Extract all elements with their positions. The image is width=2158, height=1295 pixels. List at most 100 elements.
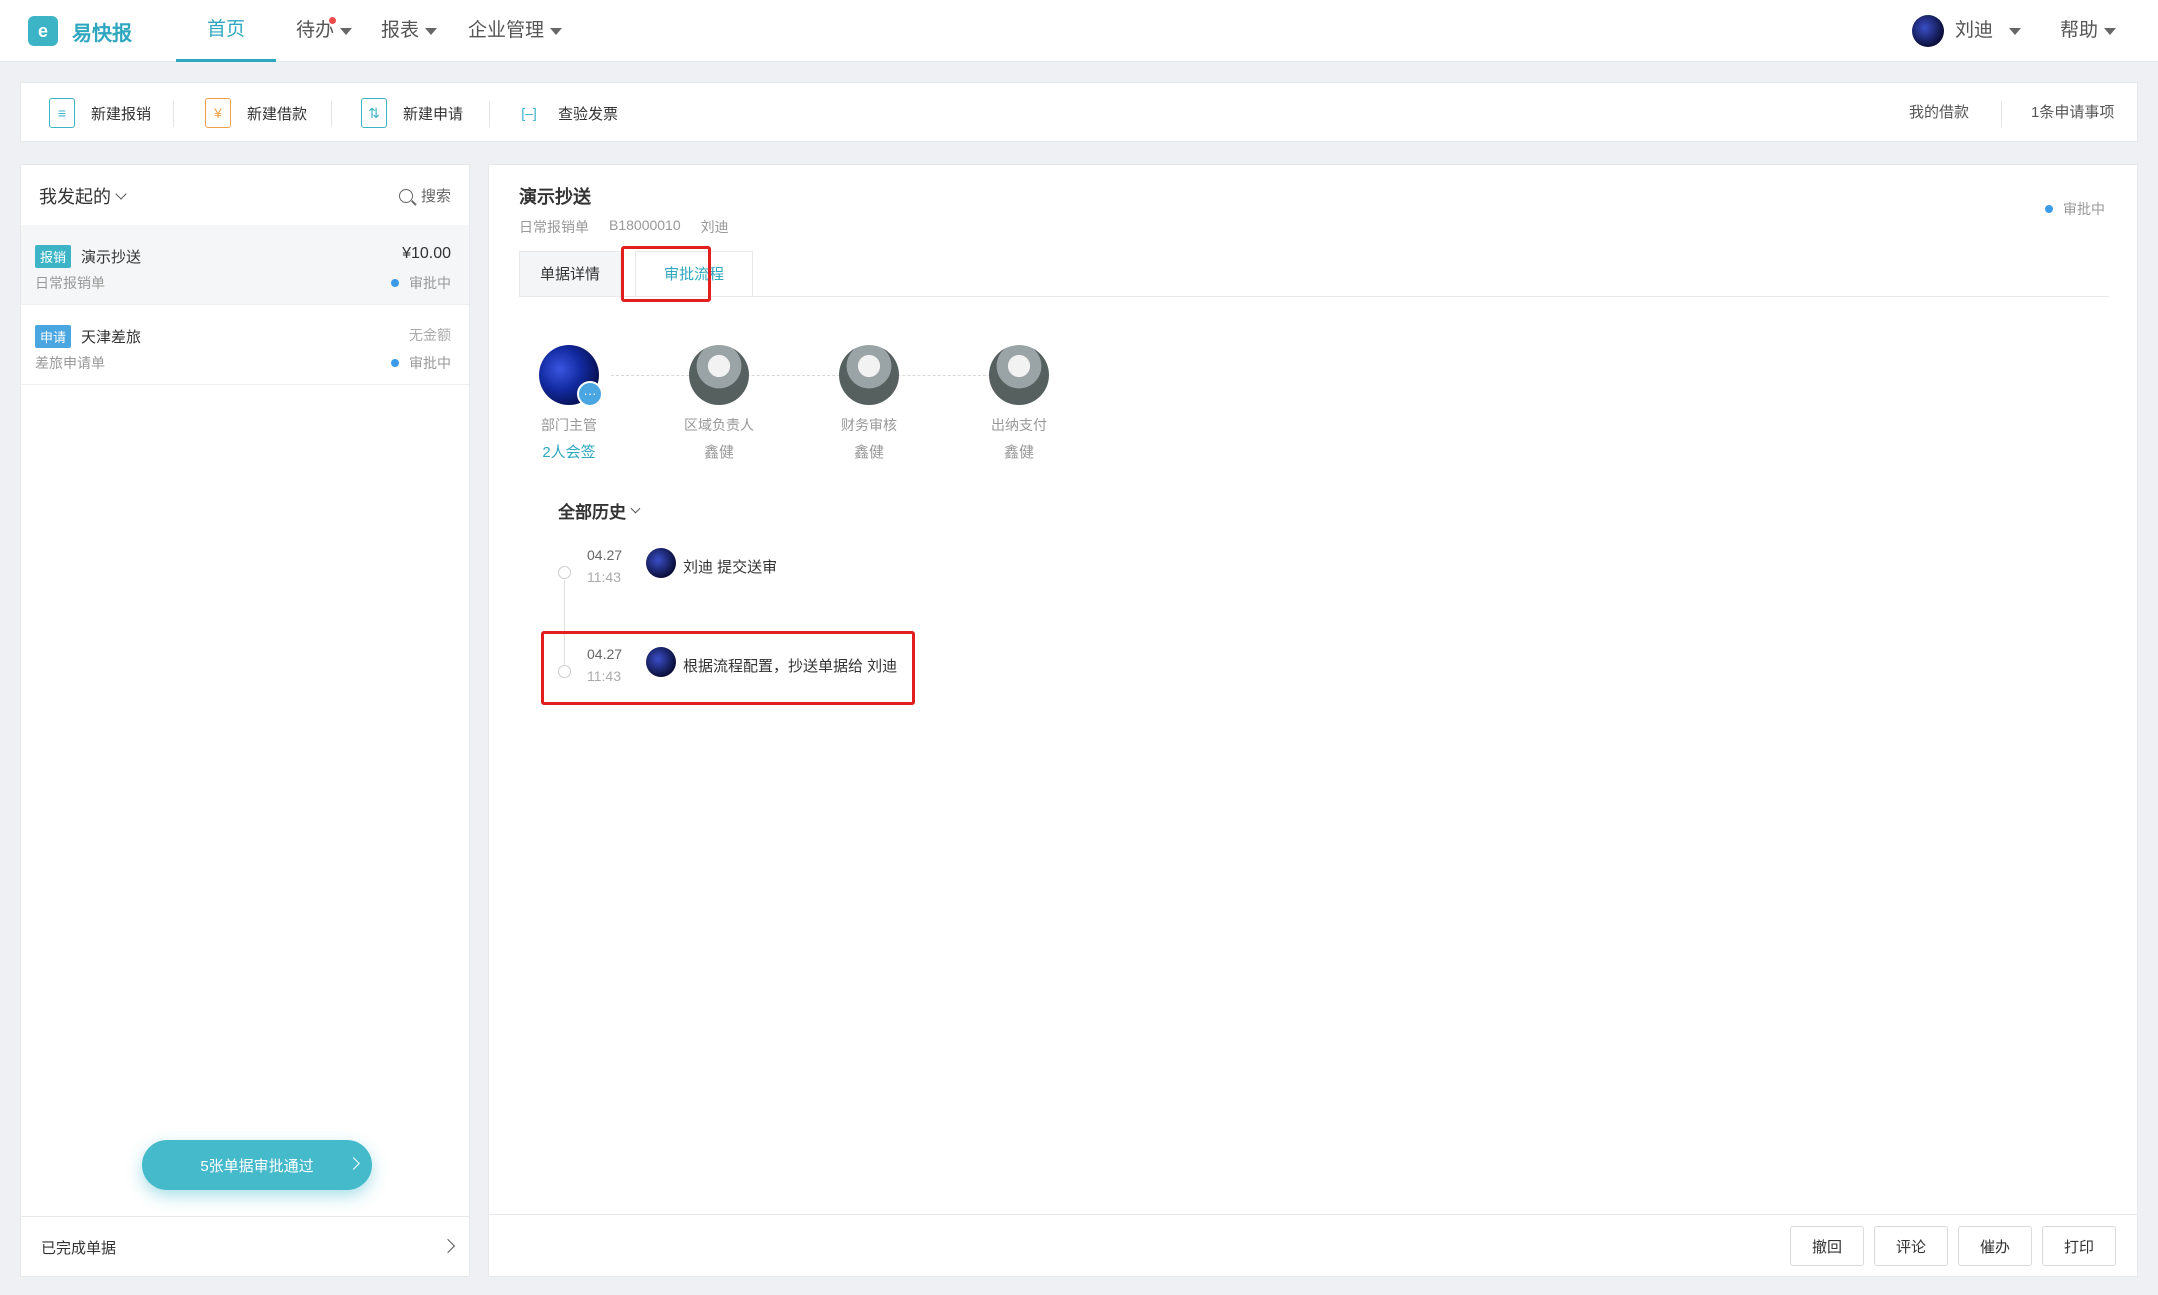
user-name: 刘迪: [1955, 20, 1994, 41]
doc-status-text: 审批中: [409, 275, 451, 291]
approved-banner-button[interactable]: 5张单据审批通过: [142, 1140, 372, 1190]
document-list-panel: 我发起的 搜索 报销 演示抄送 日常报销单 ¥10.00 审批中 申请 天津差旅…: [20, 164, 470, 1277]
doc-status: 审批中: [391, 353, 451, 373]
notification-dot: [329, 17, 336, 24]
chevron-down-icon: [550, 27, 563, 35]
more-icon: ···: [577, 381, 603, 407]
status-dot: [391, 279, 399, 287]
nav-enterprise[interactable]: 企业管理: [468, 0, 563, 62]
comment-button[interactable]: 评论: [1874, 1226, 1948, 1266]
nav-home-label: 首页: [206, 18, 245, 40]
approver-avatar: [839, 345, 899, 405]
top-nav: e 易快报 首页 待办 报表 企业管理 刘迪 帮助: [0, 0, 2158, 62]
highlight-box-tab: [621, 246, 711, 302]
toolbar-divider: [2001, 101, 2002, 127]
new-expense-button[interactable]: ≡ 新建报销: [49, 83, 151, 143]
filter-dropdown[interactable]: 我发起的: [39, 183, 127, 209]
nav-reports-label: 报表: [381, 20, 420, 41]
new-request-button[interactable]: ⇅ 新建申请: [361, 83, 463, 143]
my-loans-link[interactable]: 我的借款: [1909, 83, 1969, 143]
search-label: 搜索: [420, 188, 451, 205]
logo-icon: e: [28, 16, 58, 46]
tab-document-details[interactable]: 单据详情: [519, 251, 622, 297]
toolbar-divider: [489, 101, 490, 127]
new-expense-icon: ≡: [49, 98, 75, 128]
approver-avatar: [989, 345, 1049, 405]
history-title: 全部历史: [558, 503, 626, 522]
status-dot: [2045, 205, 2053, 213]
completed-docs-label: 已完成单据: [41, 1240, 117, 1257]
status-dot: [391, 359, 399, 367]
flow-node-role: 区域负责人: [684, 417, 754, 433]
request-items-link[interactable]: 1条申请事项: [2031, 83, 2114, 143]
flow-node[interactable]: ··· 部门主管 2人会签: [509, 345, 629, 462]
flow-node-role: 部门主管: [541, 417, 597, 433]
nav-home[interactable]: 首页: [176, 0, 276, 62]
help-label: 帮助: [2060, 20, 2099, 41]
doc-status-text: 审批中: [409, 355, 451, 371]
detail-title: 演示抄送: [519, 187, 591, 207]
flow-node-person: 鑫健: [703, 444, 734, 461]
app-name: 易快报: [72, 22, 132, 45]
history-avatar: [646, 548, 676, 578]
history-date: 04.27: [587, 547, 623, 563]
print-button[interactable]: 打印: [2042, 1226, 2116, 1266]
detail-code: B18000010: [609, 217, 681, 233]
detail-status-text: 审批中: [2063, 201, 2105, 217]
new-expense-label: 新建报销: [91, 105, 152, 123]
doc-subtitle: 日常报销单: [35, 275, 105, 291]
approver-avatar: ···: [539, 345, 603, 407]
new-request-label: 新建申请: [403, 105, 464, 123]
scan-icon: [–]: [521, 105, 537, 121]
completed-docs-link[interactable]: 已完成单据: [21, 1216, 469, 1276]
doc-subtitle: 差旅申请单: [35, 355, 105, 371]
flow-node[interactable]: 财务审核 鑫健: [809, 345, 929, 462]
user-avatar[interactable]: [1912, 15, 1944, 47]
doc-amount: 无金额: [409, 327, 451, 343]
nav-reports[interactable]: 报表: [381, 0, 438, 62]
flow-node-person: 鑫健: [853, 444, 884, 461]
chevron-down-icon: [2009, 27, 2022, 35]
search-icon: [398, 188, 413, 203]
history-time: 11:43: [587, 569, 621, 585]
chevron-right-icon: [347, 1157, 360, 1170]
flow-node-person: 鑫健: [1003, 444, 1034, 461]
history-text: 刘迪 提交送审: [683, 559, 778, 576]
check-invoice-button[interactable]: [–] 查验发票: [516, 83, 618, 143]
doc-amount: ¥10.00: [402, 245, 451, 262]
flow-node[interactable]: 区域负责人 鑫健: [659, 345, 779, 462]
nav-todo[interactable]: 待办: [296, 0, 353, 62]
doc-title-text: 演示抄送: [81, 249, 142, 266]
highlight-box-history: [541, 631, 915, 705]
check-invoice-label: 查验发票: [558, 105, 619, 123]
doc-type-tag: 申请: [35, 325, 72, 348]
flow-node[interactable]: 出纳支付 鑫健: [959, 345, 1079, 462]
app-logo[interactable]: e 易快报: [28, 16, 132, 46]
chevron-down-icon: [630, 503, 641, 514]
urge-button[interactable]: 催办: [1958, 1226, 2032, 1266]
document-item[interactable]: 报销 演示抄送 日常报销单 ¥10.00 审批中: [21, 225, 469, 305]
doc-type-tag: 报销: [35, 245, 72, 268]
chevron-down-icon: [115, 188, 127, 200]
doc-title-text: 天津差旅: [81, 329, 142, 346]
toolbar-divider: [173, 101, 174, 127]
nav-enterprise-label: 企业管理: [468, 20, 545, 41]
search-button[interactable]: 搜索: [398, 185, 451, 206]
document-detail-panel: 演示抄送 日常报销单 B18000010 刘迪 审批中 单据详情 审批流程 ··…: [488, 164, 2138, 1277]
new-loan-button[interactable]: ¥ 新建借款: [205, 83, 307, 143]
flow-node-person[interactable]: 2人会签: [509, 441, 629, 462]
new-loan-icon: ¥: [205, 98, 231, 128]
withdraw-button[interactable]: 撤回: [1790, 1226, 1864, 1266]
help-menu[interactable]: 帮助: [2060, 0, 2117, 62]
detail-form-type: 日常报销单: [519, 219, 589, 235]
nav-todo-label: 待办: [296, 20, 335, 41]
document-item[interactable]: 申请 天津差旅 差旅申请单 无金额 审批中: [21, 305, 469, 385]
tabs-divider: [519, 296, 2109, 297]
user-menu[interactable]: 刘迪: [1955, 0, 2022, 62]
flow-node-role: 财务审核: [841, 417, 897, 433]
history-filter-dropdown[interactable]: 全部历史: [558, 498, 641, 523]
toolbar-divider: [331, 101, 332, 127]
quick-toolbar: ≡ 新建报销 ¥ 新建借款 ⇅ 新建申请 [–] 查验发票 我的借款 1条申请事…: [20, 82, 2138, 142]
doc-title: 申请 天津差旅: [35, 325, 141, 348]
detail-status: 审批中: [2045, 199, 2105, 219]
